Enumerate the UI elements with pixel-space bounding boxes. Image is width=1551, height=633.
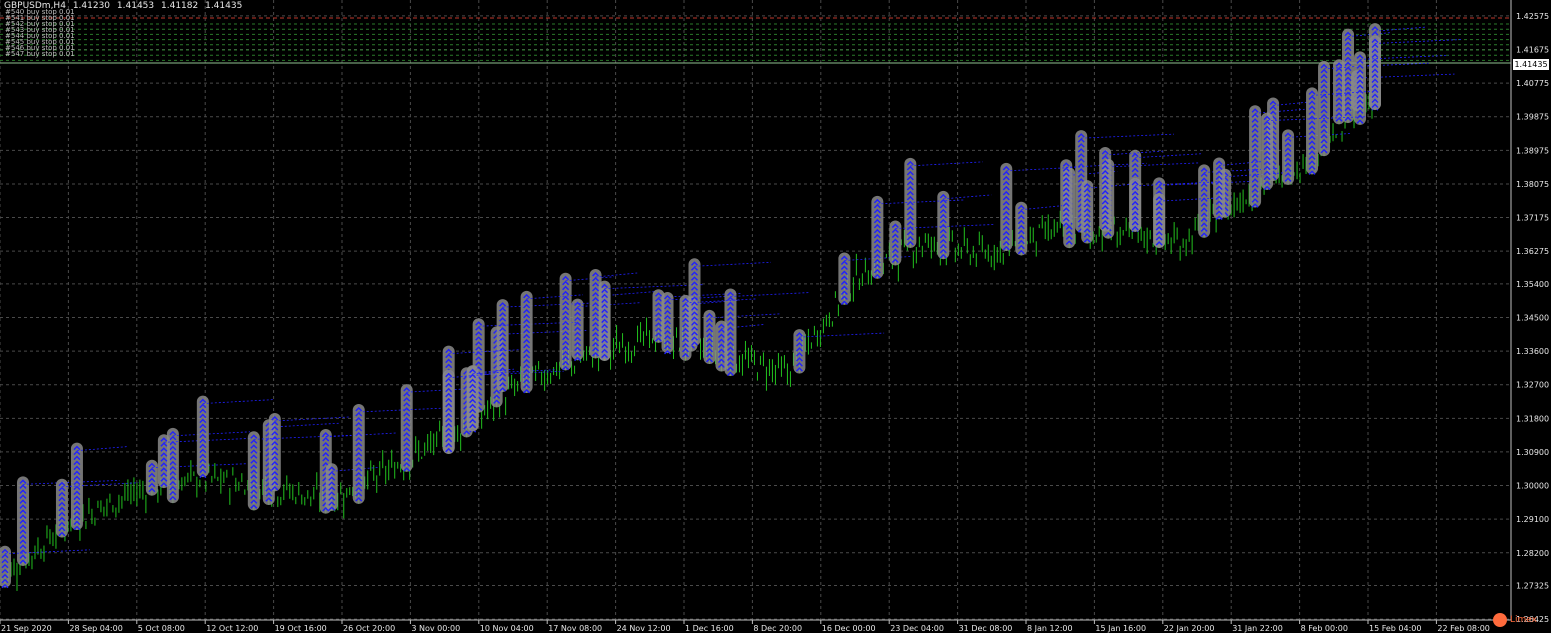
time-label: 22 Feb 08:00 [1437,624,1489,633]
time-label: 8 Jan 12:00 [1027,624,1073,633]
order-link-line [1108,162,1199,168]
time-label: 1 Dec 16:00 [685,624,734,633]
watermark-logo-icon [1493,613,1507,627]
price-label: 1.39875 [1516,113,1549,122]
order-link-line [1135,153,1202,159]
arrow-column-halo [1198,164,1211,238]
price-label: 1.35400 [1516,280,1549,289]
price-label: 1.40775 [1516,79,1549,88]
chart-plot[interactable]: 1.42575 1.41675 1.40775 1.39875 1.38975 1.380… [0,0,1551,633]
time-label: 3 Nov 00:00 [411,624,460,633]
price-label: 1.31800 [1516,414,1549,423]
time-label: 26 Oct 20:00 [343,624,395,633]
time-label: 21 Sep 2020 [1,624,52,633]
time-label: 24 Nov 12:00 [617,624,671,633]
order-link-line [595,272,638,278]
order-list: #540 buy stop 0.01 #541 buy stop 0.01 #5… [5,9,75,58]
arrow-column-halo [871,195,884,279]
chart-window[interactable]: 1.42575 1.41675 1.40775 1.39875 1.38975 1.380… [0,0,1551,633]
time-label: 8 Dec 20:00 [753,624,802,633]
order-link-line [202,399,274,404]
price-label: 1.37175 [1516,214,1549,223]
order-link-line [667,295,735,301]
grid [0,0,1511,620]
arrow-column-halo [1099,146,1112,232]
watermark: Limex [1493,613,1537,627]
arrow-column-halo [520,290,533,393]
order-link-line [604,291,655,296]
order-line: #547 buy stop 0.01 [5,50,75,58]
price-label: 1.38975 [1516,146,1549,155]
order-link-line [1255,108,1305,114]
order-link-line [76,446,127,452]
watermark-text: Limex [1510,615,1537,625]
order-link-line [1021,205,1063,211]
price-label: 1.30900 [1516,448,1549,457]
time-label: 19 Oct 16:00 [275,624,327,633]
time-axis: 21 Sep 2020 28 Sep 04:00 5 Oct 08:00 12 Oct… [0,619,1511,633]
time-label: 15 Feb 04:00 [1369,624,1421,633]
order-link-line [274,416,350,422]
time-label: 16 Dec 00:00 [822,624,876,633]
order-link-line [604,284,703,290]
time-label: 23 Dec 04:00 [890,624,944,633]
time-label: 22 Jan 20:00 [1164,624,1215,633]
order-link-line [694,261,771,267]
order-arrows [0,23,1463,589]
order-link-line [730,292,811,297]
price-label: 1.30000 [1516,482,1549,491]
price-label: 1.29100 [1516,515,1549,524]
price-label: 1.27325 [1516,581,1549,590]
arrow-column-halo [145,459,158,496]
time-label: 12 Oct 12:00 [206,624,258,633]
price-label: 1.34500 [1516,313,1549,322]
order-link-line [1081,133,1174,139]
price-label: 1.42575 [1516,12,1549,21]
time-label: 5 Oct 08:00 [138,624,185,633]
low-price: 1.41182 [161,1,199,11]
current-price-tag: 1.41435 [1513,59,1549,70]
price-label: 1.41675 [1516,45,1549,54]
price-label: 1.33600 [1516,347,1549,356]
close-price: 1.41435 [205,1,243,11]
arrow-column-halo [1354,51,1367,125]
order-link-line [943,194,992,200]
price-label: 1.28200 [1516,549,1549,558]
price-label: 1.38075 [1516,180,1549,189]
time-label: 28 Sep 04:00 [69,624,122,633]
price-label: 1.32700 [1516,381,1549,390]
order-link-line [910,161,983,167]
high-price: 1.41453 [116,1,155,11]
order-link-line [877,199,965,205]
order-link-line [799,332,885,338]
order-link-line [526,294,584,300]
time-label: 17 Nov 08:00 [548,624,602,633]
open-price: 1.41230 [72,1,111,11]
arrow-column-halo [442,369,455,454]
time-label: 31 Jan 22:00 [1232,624,1283,633]
price-axis: 1.42575 1.41675 1.40775 1.39875 1.38975 1.380… [1510,0,1549,624]
time-label: 8 Feb 00:00 [1301,624,1348,633]
pending-order-lines [0,17,1511,64]
arrow-column-halo [793,329,806,374]
time-label: 10 Nov 04:00 [480,624,534,633]
order-link-line [172,431,250,437]
time-label: 31 Dec 08:00 [959,624,1013,633]
time-label: 15 Jan 16:00 [1095,624,1146,633]
price-label: 1.36275 [1516,247,1549,256]
arrow-column-halo [1249,105,1262,208]
